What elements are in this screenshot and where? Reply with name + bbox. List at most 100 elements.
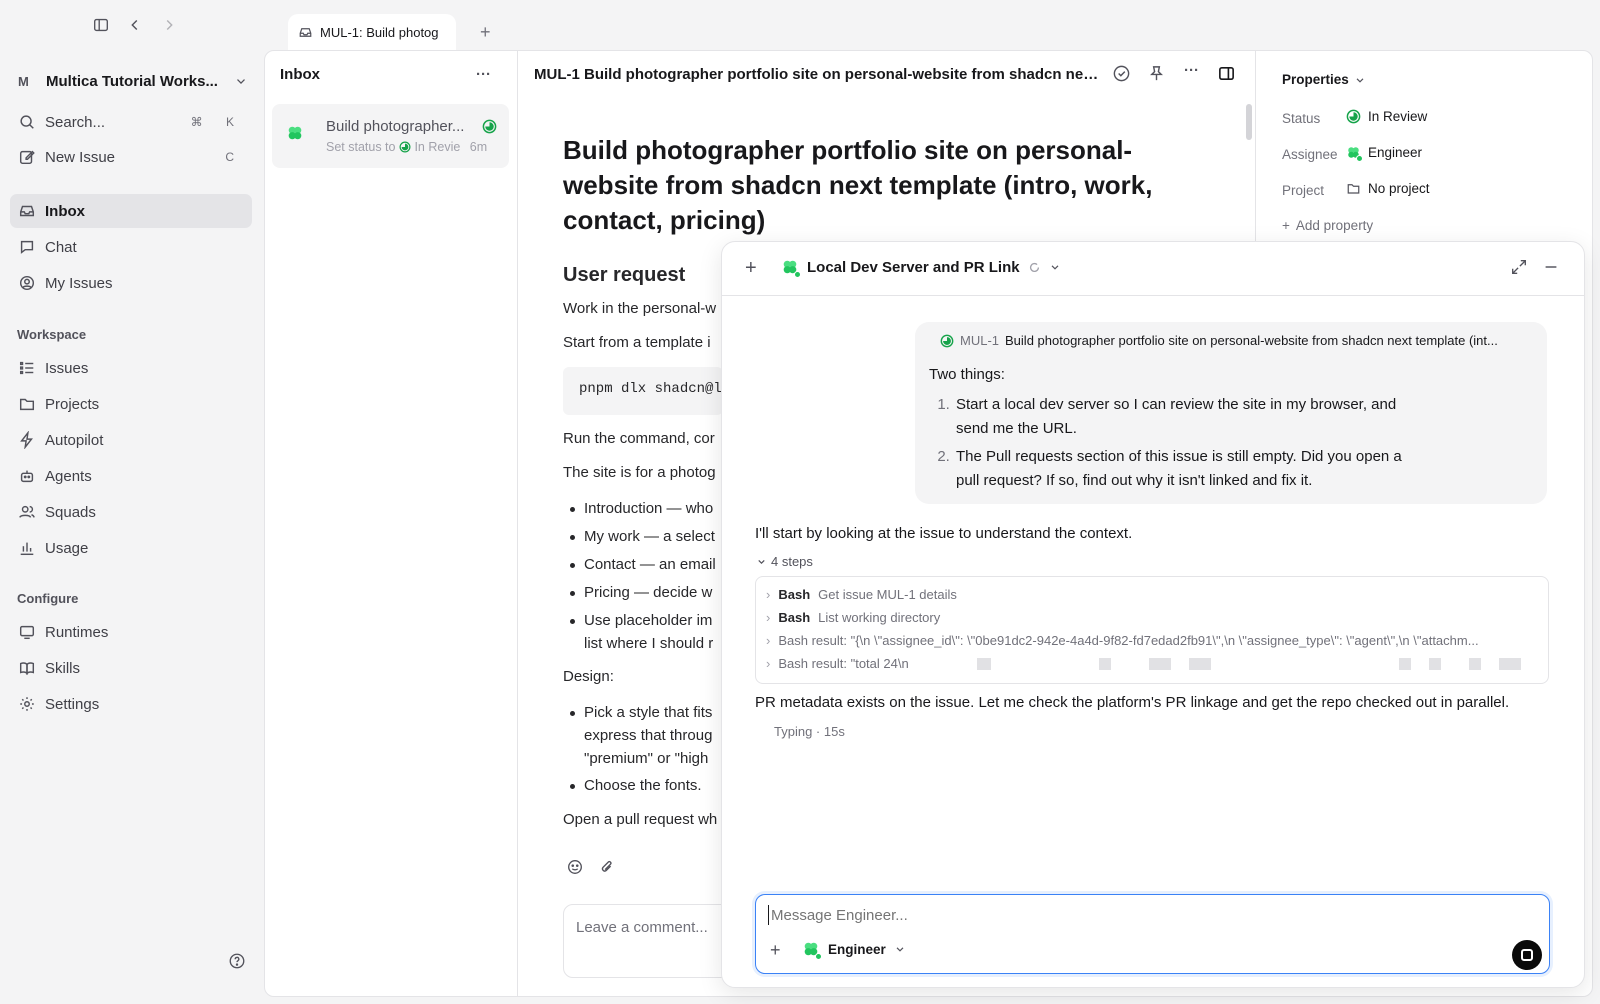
loading-spinner-icon: [1028, 261, 1041, 274]
sidebar-item-usage[interactable]: Usage: [10, 531, 252, 565]
agent-selector[interactable]: Engineer: [802, 940, 906, 960]
new-chat-button[interactable]: +: [745, 257, 757, 280]
sidebar-toggle-icon[interactable]: [92, 16, 110, 34]
step-row[interactable]: › Bash List working directory: [766, 610, 1526, 625]
sidebar-item-autopilot[interactable]: Autopilot: [10, 423, 252, 457]
list-item: The Pull requests section of this issue …: [954, 445, 1414, 493]
new-issue-label: New Issue: [45, 148, 116, 166]
panel-toggle-icon[interactable]: [1217, 64, 1236, 83]
redacted-block: [1498, 657, 1521, 670]
gear-icon: [18, 695, 36, 713]
properties-toggle[interactable]: Properties: [1282, 72, 1366, 87]
sidebar-item-runtimes[interactable]: Runtimes: [10, 615, 252, 649]
status-value[interactable]: In Review: [1346, 109, 1427, 124]
sidebar-item-label: Projects: [45, 395, 100, 413]
check-circle-icon[interactable]: [1112, 64, 1131, 83]
step-tool: Bash: [778, 587, 811, 602]
sidebar-item-projects[interactable]: Projects: [10, 387, 252, 421]
issue-header-title: MUL-1 Build photographer portfolio site …: [534, 66, 1099, 83]
message-intro: Two things:: [929, 366, 1005, 383]
chevron-down-icon: [1049, 261, 1061, 273]
sidebar-item-agents[interactable]: Agents: [10, 459, 252, 493]
steps-toggle[interactable]: 4 steps: [756, 554, 813, 569]
sidebar-item-label: Runtimes: [45, 623, 109, 641]
sidebar-item-settings[interactable]: Settings: [10, 687, 252, 721]
new-issue-button[interactable]: New Issue C: [10, 140, 252, 174]
typing-indicator: Typing · 15s: [774, 724, 845, 739]
comment-input[interactable]: Leave a comment...: [563, 904, 743, 978]
chevron-down-icon: [1354, 74, 1366, 86]
workspace-letter: M: [18, 73, 29, 89]
message-input[interactable]: [768, 905, 1468, 925]
list-item: Pick a style that fits express that throu…: [563, 701, 723, 770]
tab-issue[interactable]: MUL-1: Build photog: [288, 14, 456, 50]
inbox-item-subtitle-prefix: Set status to: [326, 140, 396, 154]
search-label: Search...: [45, 113, 106, 131]
list-item-line: Use placeholder im: [584, 612, 713, 629]
properties-heading: Properties: [1282, 72, 1349, 87]
step-row[interactable]: › Bash Get issue MUL-1 details: [766, 587, 1526, 602]
add-property-button[interactable]: + Add property: [1282, 218, 1373, 233]
assignee-value[interactable]: Engineer: [1346, 145, 1422, 162]
attach-button[interactable]: +: [770, 940, 781, 961]
step-text: Bash result: "total 24\n: [778, 656, 909, 671]
list-icon: [18, 359, 36, 377]
chat-session-selector[interactable]: Local Dev Server and PR Link: [781, 258, 1061, 278]
step-row[interactable]: › Bash result: "{\n \"assignee_id\": \"0…: [766, 633, 1526, 648]
sidebar-item-issues[interactable]: Issues: [10, 351, 252, 385]
book-icon: [18, 659, 36, 677]
sidebar-item-chat[interactable]: Chat: [10, 230, 252, 264]
list-item: Choose the fonts.: [563, 774, 723, 798]
paperclip-icon[interactable]: [598, 858, 616, 876]
inbox-item-subtitle: Set status to In Revie 6m: [326, 140, 487, 154]
status-in-review-icon: [1346, 109, 1361, 124]
step-text: Get issue MUL-1 details: [818, 587, 957, 602]
inbox-column: [264, 50, 518, 997]
inbox-title: Inbox: [280, 66, 320, 83]
more-icon[interactable]: ···: [1182, 63, 1201, 83]
status-text: In Review: [1368, 109, 1428, 124]
status-in-review-icon: [399, 141, 411, 153]
list-item-line: Pick a style that fits: [584, 704, 713, 721]
agent-name: Engineer: [828, 941, 886, 957]
folder-icon: [1346, 181, 1361, 196]
sidebar-item-inbox[interactable]: Inbox: [10, 194, 252, 228]
expand-icon[interactable]: [1510, 258, 1528, 276]
list-item: My work — a select: [563, 525, 723, 549]
redacted-block: [1398, 657, 1411, 670]
emoji-icon[interactable]: [566, 858, 584, 876]
project-value[interactable]: No project: [1346, 181, 1430, 196]
list-item-line: list where I should r: [584, 635, 714, 652]
sidebar-item-label: Settings: [45, 695, 100, 713]
stop-generation-button[interactable]: [1512, 940, 1542, 970]
user-message-text: Two things: Start a local dev server so …: [929, 363, 1529, 497]
workspace-name: Multica Tutorial Works...: [46, 72, 218, 90]
sidebar-item-squads[interactable]: Squads: [10, 495, 252, 529]
new-tab-button[interactable]: +: [480, 22, 491, 43]
issue-reference-chip[interactable]: MUL-1 Build photographer portfolio site …: [940, 333, 1540, 348]
sidebar-search[interactable]: Search... ⌘ K: [10, 105, 252, 139]
scrollbar[interactable]: [1246, 104, 1252, 140]
sidebar-item-skills[interactable]: Skills: [10, 651, 252, 685]
status-label: Status: [1282, 111, 1321, 126]
step-row[interactable]: › Bash result: "total 24\n: [766, 656, 1526, 671]
agent-message: PR metadata exists on the issue. Let me …: [755, 694, 1510, 711]
forward-icon[interactable]: [160, 16, 178, 34]
clover-icon: [781, 258, 801, 278]
back-icon[interactable]: [126, 16, 144, 34]
issue-description: User request Work in the personal-w Star…: [563, 264, 723, 844]
minimize-icon[interactable]: [1542, 258, 1560, 276]
inbox-list-item[interactable]: Build photographer... Set status to In R…: [272, 104, 509, 168]
paragraph: Start from a template i: [563, 334, 711, 351]
step-tool: Bash: [778, 610, 811, 625]
redacted-block: [1148, 657, 1171, 670]
help-icon[interactable]: [228, 952, 246, 970]
clover-icon: [286, 124, 304, 142]
step-text: Bash result: "{\n \"assignee_id\": \"0be…: [778, 633, 1479, 648]
pin-icon[interactable]: [1147, 64, 1166, 83]
project-text: No project: [1368, 181, 1430, 196]
more-icon[interactable]: ···: [476, 66, 491, 83]
chevron-right-icon: ›: [766, 633, 771, 648]
workspace-switcher[interactable]: M Multica Tutorial Works...: [18, 66, 248, 96]
sidebar-item-my-issues[interactable]: My Issues: [10, 266, 252, 300]
